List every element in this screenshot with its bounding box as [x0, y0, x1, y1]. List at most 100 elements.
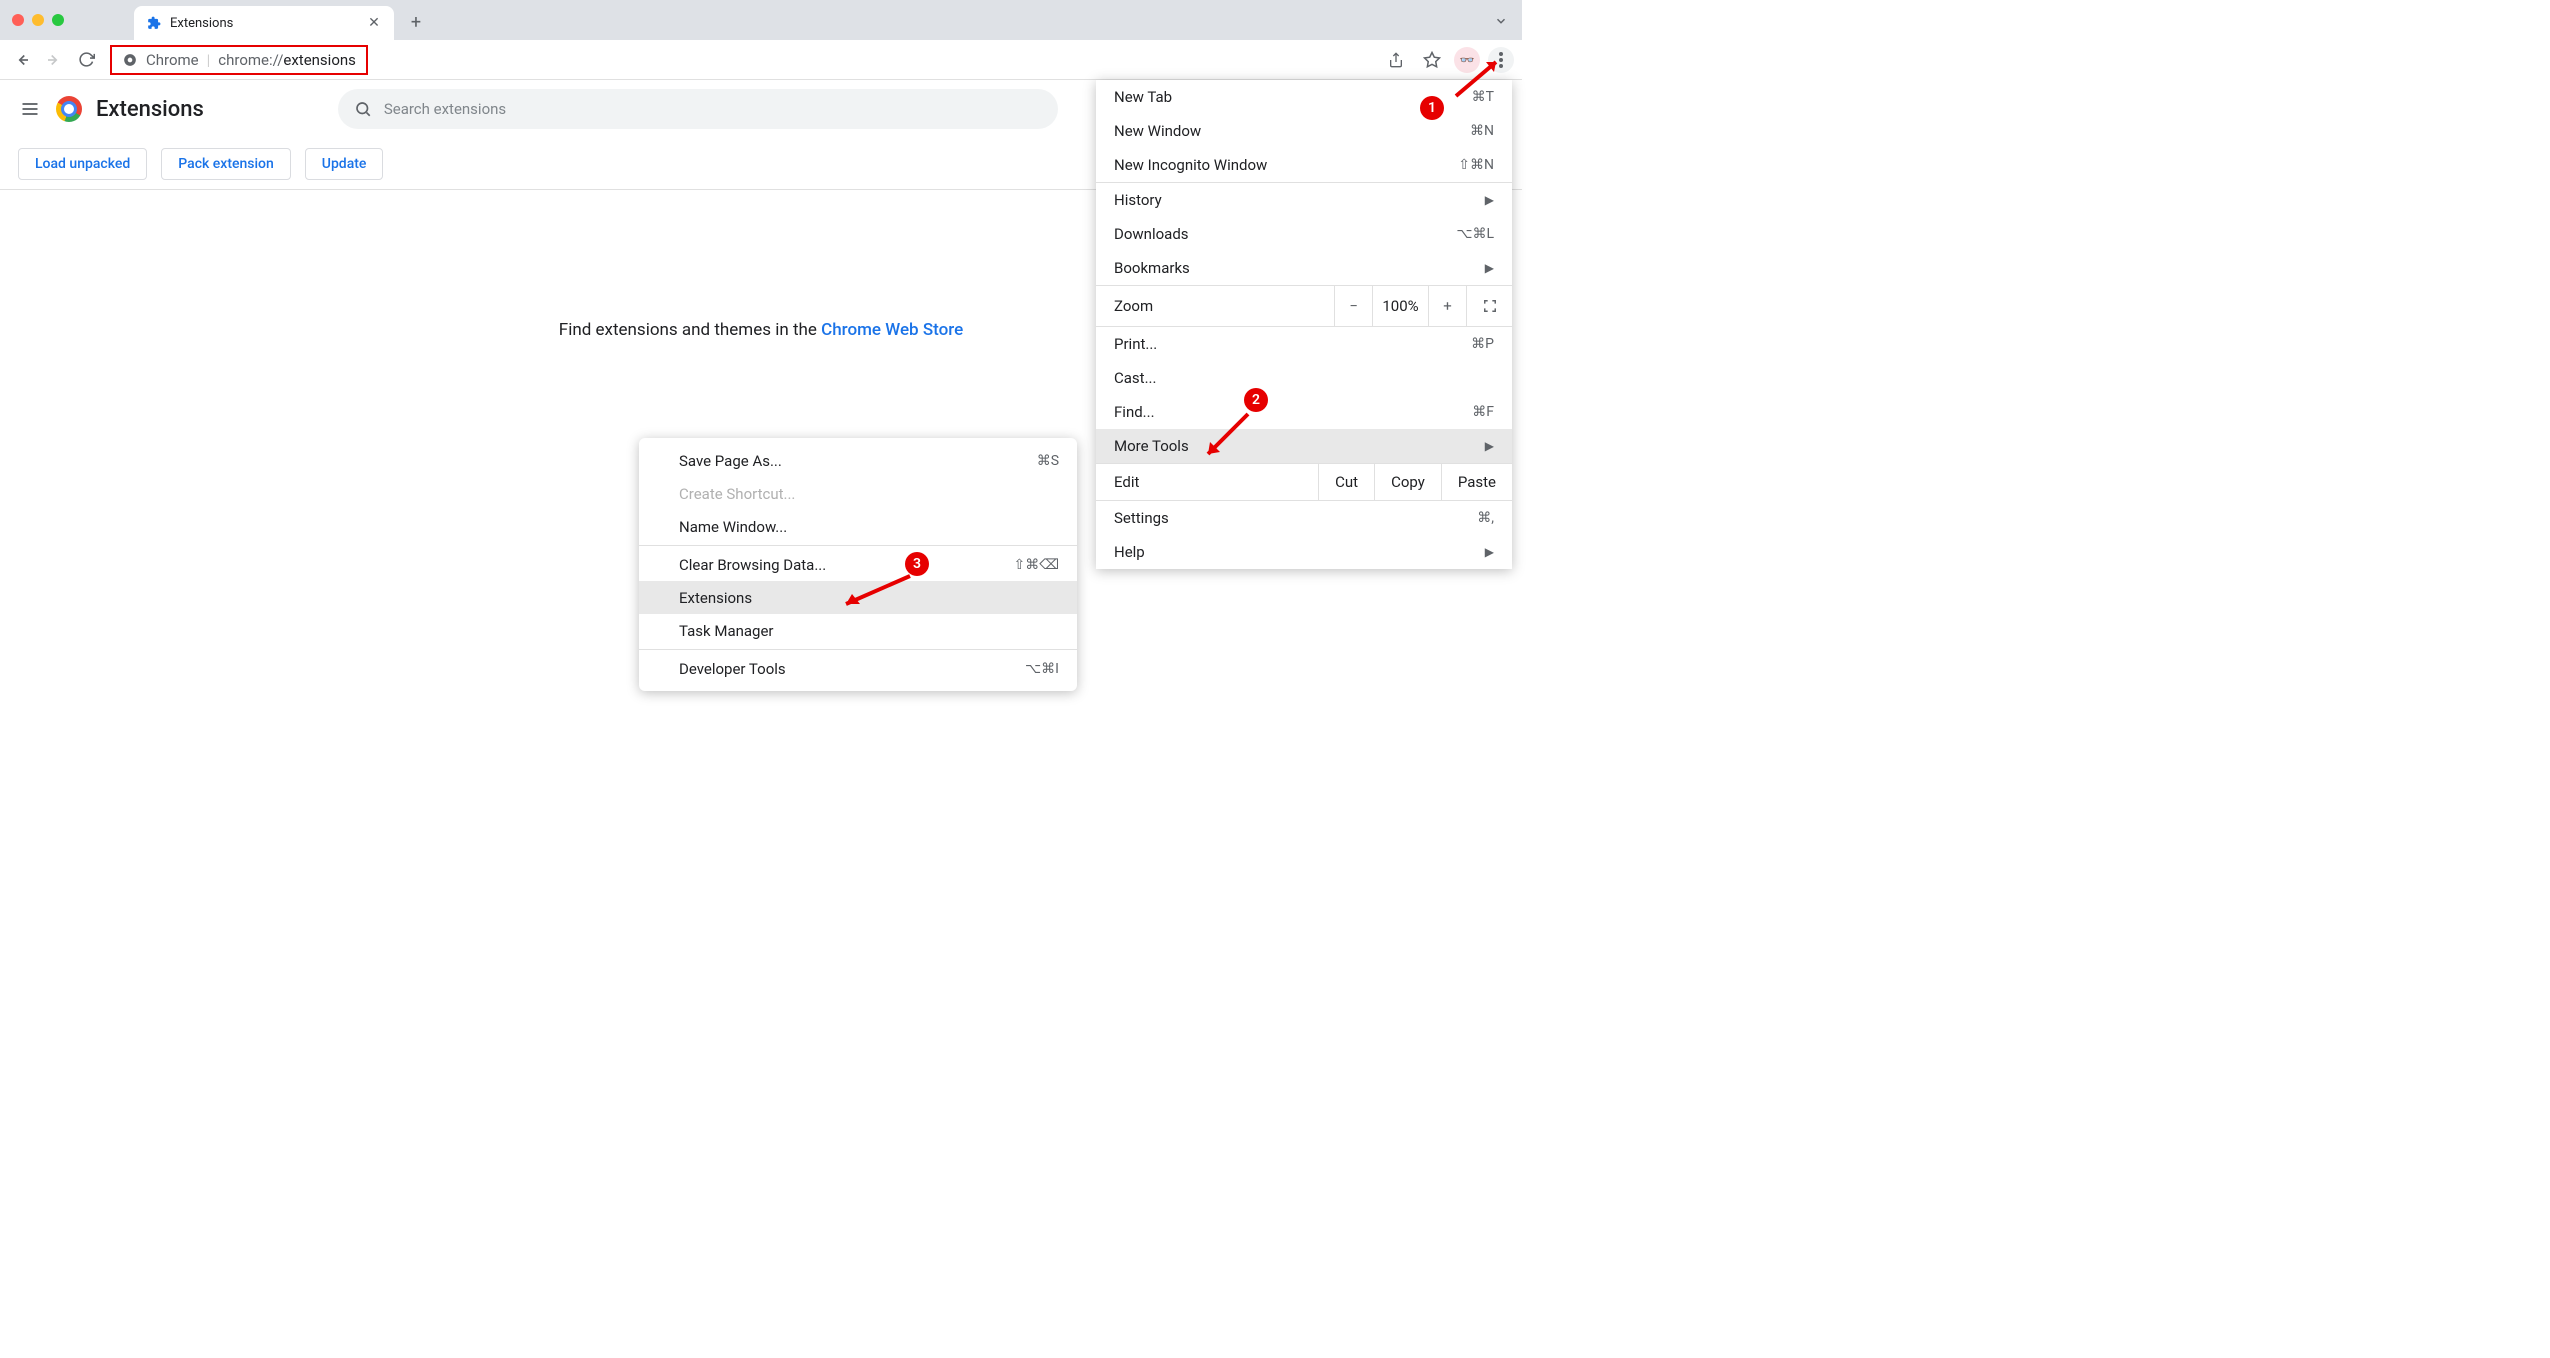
menu-find-shortcut: ⌘F — [1472, 404, 1494, 420]
submenu-task-manager[interactable]: Task Manager — [639, 614, 1077, 647]
minimize-window-button[interactable] — [32, 14, 44, 26]
submenu-extensions-label: Extensions — [679, 589, 752, 607]
submenu-save-page-label: Save Page As... — [679, 452, 782, 470]
pack-extension-button[interactable]: Pack extension — [161, 148, 291, 180]
menu-downloads-shortcut: ⌥⌘L — [1456, 226, 1494, 242]
body-text: Find extensions and themes in the — [559, 320, 821, 340]
menu-downloads[interactable]: Downloads ⌥⌘L — [1096, 217, 1512, 251]
search-icon — [354, 100, 372, 118]
bookmark-star-icon[interactable] — [1418, 46, 1446, 74]
menu-help[interactable]: Help ▶ — [1096, 535, 1512, 569]
address-bar[interactable]: Chrome | chrome://extensions — [110, 45, 368, 75]
menu-new-window-shortcut: ⌘N — [1470, 123, 1494, 139]
submenu-clear-browsing-shortcut: ⇧⌘⌫ — [1013, 557, 1059, 573]
annotation-arrow-1 — [1448, 54, 1508, 104]
address-url-scheme: chrome:// — [218, 51, 283, 69]
submenu-create-shortcut-label: Create Shortcut... — [679, 485, 795, 503]
submenu-save-page[interactable]: Save Page As... ⌘S — [639, 444, 1077, 477]
menu-copy[interactable]: Copy — [1374, 464, 1441, 500]
menu-print-label: Print... — [1114, 335, 1157, 353]
menu-print[interactable]: Print... ⌘P — [1096, 327, 1512, 361]
menu-settings[interactable]: Settings ⌘, — [1096, 501, 1512, 535]
chrome-logo-icon — [56, 96, 82, 122]
menu-print-shortcut: ⌘P — [1471, 336, 1494, 352]
menu-zoom: Zoom − 100% + — [1096, 286, 1512, 326]
menu-help-label: Help — [1114, 543, 1145, 561]
close-tab-icon[interactable]: ✕ — [366, 15, 382, 31]
extension-icon — [146, 15, 162, 31]
menu-new-window-label: New Window — [1114, 122, 1201, 140]
address-url-path: extensions — [283, 51, 356, 69]
menu-new-incognito-label: New Incognito Window — [1114, 156, 1267, 174]
menu-more-tools-label: More Tools — [1114, 437, 1189, 455]
submenu-name-window[interactable]: Name Window... — [639, 510, 1077, 543]
maximize-window-button[interactable] — [52, 14, 64, 26]
annotation-arrow-3 — [838, 572, 918, 612]
close-window-button[interactable] — [12, 14, 24, 26]
submenu-clear-browsing-label: Clear Browsing Data... — [679, 556, 826, 574]
chevron-right-icon: ▶ — [1485, 545, 1494, 559]
share-icon[interactable] — [1382, 46, 1410, 74]
menu-new-tab-label: New Tab — [1114, 88, 1172, 106]
submenu-separator — [639, 649, 1077, 650]
submenu-task-manager-label: Task Manager — [679, 622, 774, 640]
submenu-save-page-shortcut: ⌘S — [1037, 453, 1059, 469]
menu-bookmarks[interactable]: Bookmarks ▶ — [1096, 251, 1512, 285]
zoom-in-button[interactable]: + — [1428, 286, 1466, 326]
search-extensions-input[interactable]: Search extensions — [338, 89, 1058, 129]
menu-new-incognito[interactable]: New Incognito Window ⇧⌘N — [1096, 148, 1512, 182]
browser-tab[interactable]: Extensions ✕ — [134, 6, 394, 40]
zoom-value: 100% — [1372, 286, 1428, 326]
page-title: Extensions — [96, 97, 204, 122]
menu-cut[interactable]: Cut — [1318, 464, 1374, 500]
window-tab-strip: Extensions ✕ + — [0, 0, 1522, 40]
chrome-web-store-link[interactable]: Chrome Web Store — [821, 320, 963, 340]
more-tools-submenu: Save Page As... ⌘S Create Shortcut... Na… — [639, 438, 1077, 691]
new-tab-button[interactable]: + — [402, 8, 430, 36]
submenu-developer-tools-shortcut: ⌥⌘I — [1025, 661, 1059, 677]
chevron-right-icon: ▶ — [1485, 261, 1494, 275]
tabs-chevron-icon[interactable] — [1494, 14, 1508, 28]
submenu-developer-tools-label: Developer Tools — [679, 660, 786, 678]
menu-downloads-label: Downloads — [1114, 225, 1189, 243]
submenu-name-window-label: Name Window... — [679, 518, 787, 536]
menu-paste[interactable]: Paste — [1441, 464, 1512, 500]
hamburger-menu-icon[interactable] — [18, 97, 42, 121]
address-prefix: Chrome — [146, 51, 199, 69]
reload-button[interactable] — [72, 46, 100, 74]
zoom-out-button[interactable]: − — [1334, 286, 1372, 326]
submenu-create-shortcut: Create Shortcut... — [639, 477, 1077, 510]
menu-cast[interactable]: Cast... — [1096, 361, 1512, 395]
menu-edit-label: Edit — [1096, 473, 1318, 491]
annotation-arrow-2 — [1200, 408, 1260, 463]
menu-cast-label: Cast... — [1114, 369, 1156, 387]
menu-more-tools[interactable]: More Tools ▶ — [1096, 429, 1512, 463]
menu-history[interactable]: History ▶ — [1096, 183, 1512, 217]
menu-find-label: Find... — [1114, 403, 1155, 421]
menu-new-incognito-shortcut: ⇧⌘N — [1458, 157, 1494, 173]
menu-edit-row: Edit Cut Copy Paste — [1096, 464, 1512, 500]
menu-history-label: History — [1114, 191, 1162, 209]
menu-settings-shortcut: ⌘, — [1477, 510, 1494, 526]
submenu-separator — [639, 545, 1077, 546]
tab-title: Extensions — [170, 16, 358, 31]
chrome-page-icon — [122, 52, 138, 68]
submenu-developer-tools[interactable]: Developer Tools ⌥⌘I — [639, 652, 1077, 685]
forward-button[interactable] — [40, 46, 68, 74]
chevron-right-icon: ▶ — [1485, 193, 1494, 207]
menu-new-window[interactable]: New Window ⌘N — [1096, 114, 1512, 148]
address-separator: | — [207, 51, 211, 69]
chrome-main-menu: New Tab ⌘T New Window ⌘N New Incognito W… — [1096, 80, 1512, 569]
load-unpacked-button[interactable]: Load unpacked — [18, 148, 147, 180]
menu-find[interactable]: Find... ⌘F — [1096, 395, 1512, 429]
annotation-step-2: 2 — [1244, 388, 1268, 412]
search-placeholder: Search extensions — [384, 100, 506, 118]
back-button[interactable] — [8, 46, 36, 74]
menu-bookmarks-label: Bookmarks — [1114, 259, 1190, 277]
annotation-step-3: 3 — [905, 552, 929, 576]
traffic-lights — [12, 14, 64, 26]
menu-settings-label: Settings — [1114, 509, 1169, 527]
chevron-right-icon: ▶ — [1485, 439, 1494, 453]
update-button[interactable]: Update — [305, 148, 384, 180]
fullscreen-button[interactable] — [1466, 286, 1512, 326]
